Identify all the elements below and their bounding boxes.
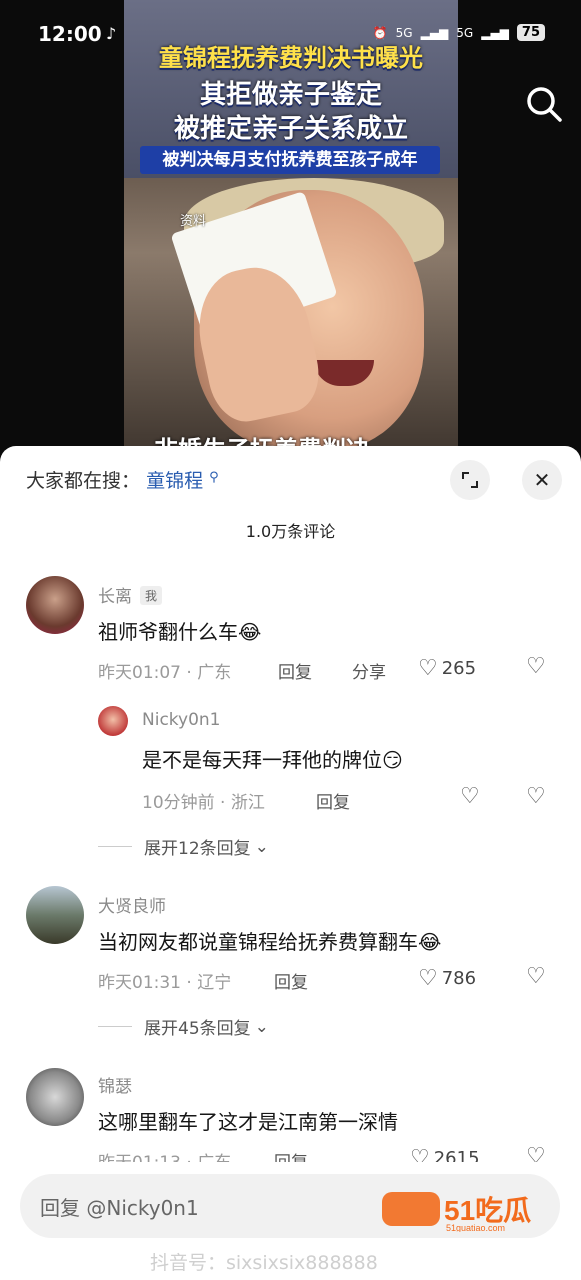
signal-bars-icon-2: ▂▄▆ [481,25,509,40]
dislike-icon[interactable]: ♡ [526,784,546,809]
video-frame: 童锦程抚养费判决书曝光 其拒做亲子鉴定 被推定亲子关系成立 被判决每月支付抚养费… [124,0,458,460]
signal-1: 5G [395,25,413,40]
comment-count: 1.0万条评论 [245,522,336,541]
trending-search[interactable]: 大家都在搜： 童锦程 ⚲ [26,466,219,493]
chevron-down-icon: ⌄ [254,836,269,857]
video-headline-4: 被判决每月支付抚养费至孩子成年 [140,146,440,174]
heart-icon: ♡ [418,966,438,991]
share-button[interactable]: 分享 [352,658,386,683]
status-right: ⏰ 5G ▂▄▆ 5G ▂▄▆ 75 [373,24,545,41]
comment-username[interactable]: 大贤良师 [98,892,166,917]
comment-meta: 10分钟前 · 浙江 [142,793,265,813]
comments-sheet: 大家都在搜： 童锦程 ⚲ ✕ 1.0万条评论 长离我 祖师爷翻什么车😂 昨天01… [0,446,581,1280]
like-count: 786 [441,968,477,989]
avatar[interactable] [26,1068,84,1126]
comment-text: 祖师爷翻什么车😂 [98,620,262,644]
reply-placeholder: 回复 @Nicky0n1 [40,1196,199,1220]
avatar[interactable] [98,706,128,736]
signal-bars-icon: ▂▄▆ [420,25,449,40]
video-headline-2: 其拒做亲子鉴定 [199,80,382,110]
trending-search-prefix: 大家都在搜： [26,470,141,492]
status-bar: 12:00 ♪ ⏰ 5G ▂▄▆ 5G ▂▄▆ 75 [0,0,581,64]
reply-button[interactable]: 回复 [316,788,350,813]
close-icon[interactable]: ✕ [522,460,562,500]
heart-icon[interactable]: ♡ [460,784,480,809]
comment-text: 当初网友都说童锦程给抚养费算翻车😂 [98,930,442,954]
dislike-icon[interactable]: ♡ [526,654,546,679]
comment-username[interactable]: 锦瑟 [98,1072,132,1097]
logo-text: 51吃瓜 [444,1194,531,1226]
expand-replies-button[interactable]: 展开12条回复 ⌄ [98,834,269,859]
comment-text: 是不是每天拜一拜他的牌位😏 [142,748,403,772]
avatar[interactable] [26,886,84,944]
expand-sheet-icon[interactable] [450,460,490,500]
battery-indicator: 75 [516,24,545,41]
video-headline-3: 被推定亲子关系成立 [173,114,408,144]
comment-text: 这哪里翻车了这才是江南第一深情 [98,1110,398,1134]
avatar[interactable] [26,576,84,634]
like-count: 265 [441,658,477,679]
reply-bar: 回复 @Nicky0n1 51吃瓜 51guatiao.com 抖音号：sixs… [0,1162,581,1280]
reply-button[interactable]: 回复 [274,968,308,993]
reply-button[interactable]: 回复 [278,658,312,683]
comment-username[interactable]: 长离我 [98,582,163,607]
video-player[interactable]: 童锦程抚养费判决书曝光 其拒做亲子鉴定 被推定亲子关系成立 被判决每月支付抚养费… [0,0,581,460]
trending-search-term[interactable]: 童锦程 [146,470,203,492]
signal-2: 5G [456,25,474,40]
comment-meta: 昨天01:31 · 辽宁 [98,973,232,993]
search-small-icon: ⚲ [209,470,219,485]
video-reference-tag: 资料 [180,214,207,229]
status-time: 12:00 [38,22,102,46]
logo-url: 51guatiao.com [446,1223,505,1232]
alarm-icon: ⏰ [372,25,388,40]
comment-username[interactable]: Nicky0n1 [142,710,221,730]
douyin-watermark: 抖音号：sixsixsix888888 [150,1252,378,1274]
search-icon[interactable] [524,84,564,124]
site-logo: 51吃瓜 51guatiao.com [382,1188,562,1233]
chevron-down-icon: ⌄ [254,1016,269,1037]
heart-icon: ♡ [418,656,438,681]
dislike-icon[interactable]: ♡ [526,964,546,989]
like-button[interactable]: ♡ 265 [418,656,476,681]
like-button[interactable]: ♡ 786 [418,966,476,991]
tiktok-notification-icon: ♪ [106,24,117,43]
comment-meta: 昨天01:07 · 广东 [98,663,232,683]
expand-replies-button[interactable]: 展开45条回复 ⌄ [98,1014,269,1039]
me-badge: 我 [140,586,163,605]
